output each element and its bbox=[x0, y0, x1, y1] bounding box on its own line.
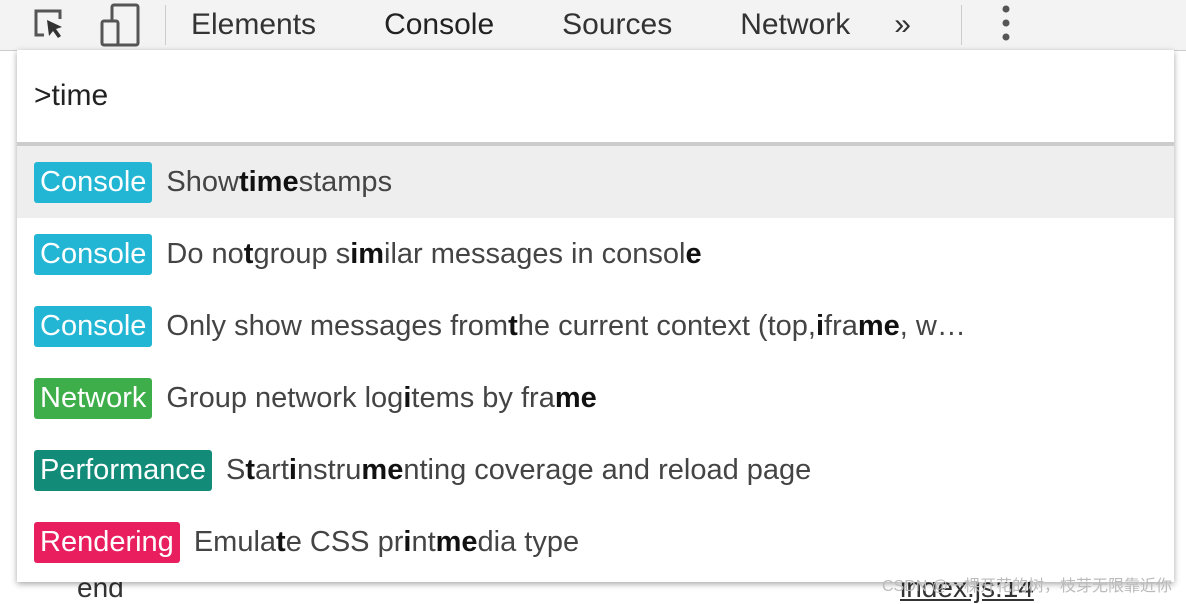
command-text: he current context (top, bbox=[517, 309, 816, 342]
match-highlight: me bbox=[361, 453, 404, 486]
category-badge: Console bbox=[34, 233, 153, 275]
device-toolbar-icon[interactable] bbox=[100, 3, 140, 47]
command-text: S bbox=[226, 453, 246, 486]
more-tabs-button[interactable]: » bbox=[894, 8, 911, 42]
command-input[interactable]: >time bbox=[17, 50, 1174, 146]
command-text: stamps bbox=[298, 165, 393, 198]
tab-sources[interactable]: Sources bbox=[562, 8, 672, 42]
match-highlight: i bbox=[403, 381, 412, 414]
menu-kebab-icon[interactable] bbox=[1002, 3, 1010, 48]
match-highlight: me bbox=[857, 309, 900, 342]
command-text: Do no bbox=[166, 237, 244, 270]
watermark: CSDN @一棵开花的树，枝芽无限靠近你 bbox=[881, 578, 1172, 595]
command-text: nstru bbox=[296, 453, 362, 486]
match-highlight: i bbox=[815, 309, 825, 342]
tab-network[interactable]: Network bbox=[740, 8, 850, 42]
command-text: tems by fra bbox=[411, 381, 555, 414]
divider bbox=[960, 5, 962, 45]
command-text: Show bbox=[166, 165, 239, 198]
command-text: ilar messages in consol bbox=[384, 237, 686, 270]
match-highlight: e bbox=[685, 237, 702, 270]
category-badge: Console bbox=[34, 305, 153, 347]
command-text: nting coverage and reload page bbox=[403, 453, 812, 486]
command-text: dia type bbox=[477, 525, 580, 558]
divider bbox=[165, 5, 166, 45]
inspect-element-icon[interactable] bbox=[30, 5, 70, 45]
command-text: art bbox=[255, 453, 289, 486]
category-badge: Network bbox=[34, 377, 153, 419]
command-text: Emula bbox=[193, 525, 277, 558]
match-highlight: me bbox=[554, 381, 597, 414]
command-text: e CSS pr bbox=[285, 525, 404, 558]
match-highlight: time bbox=[238, 165, 299, 198]
match-highlight: t bbox=[276, 525, 286, 558]
command-item[interactable]: Network Group network log i tems by fra me bbox=[17, 362, 1174, 434]
match-highlight: t bbox=[245, 453, 256, 486]
category-badge: Console bbox=[34, 161, 153, 203]
command-text: Only show messages from bbox=[166, 309, 509, 342]
command-text: Group network log bbox=[166, 381, 404, 414]
category-badge: Performance bbox=[34, 449, 213, 491]
command-item[interactable]: Console Do no t group s im ilar messages in … bbox=[17, 218, 1174, 290]
command-text: , w… bbox=[899, 309, 966, 342]
command-text: nt bbox=[411, 525, 436, 558]
match-highlight: i bbox=[403, 525, 412, 558]
match-highlight: i bbox=[288, 453, 297, 486]
command-list: Console Show time stamps Console Do no t grou… bbox=[17, 146, 1174, 578]
command-menu: >time Console Show time stamps Console Do no… bbox=[17, 50, 1174, 582]
command-item[interactable]: Console Only show messages from t he curre… bbox=[17, 290, 1174, 362]
category-badge: Rendering bbox=[34, 521, 180, 563]
command-text: group s bbox=[253, 237, 351, 270]
devtools-toolbar: Elements Console Sources Network » bbox=[0, 0, 1186, 51]
match-highlight: im bbox=[350, 237, 385, 270]
command-item[interactable]: Performance St art i nstru me nting coverage … bbox=[17, 434, 1174, 506]
command-item[interactable]: Rendering Emula t e CSS pr i nt me dia type bbox=[17, 506, 1174, 578]
match-highlight: t bbox=[243, 237, 254, 270]
command-item[interactable]: Console Show time stamps bbox=[17, 146, 1174, 218]
match-highlight: t bbox=[508, 309, 518, 342]
tab-console[interactable]: Console bbox=[384, 8, 494, 42]
tab-elements[interactable]: Elements bbox=[191, 8, 316, 42]
match-highlight: me bbox=[435, 525, 478, 558]
command-text: fra bbox=[824, 309, 858, 342]
